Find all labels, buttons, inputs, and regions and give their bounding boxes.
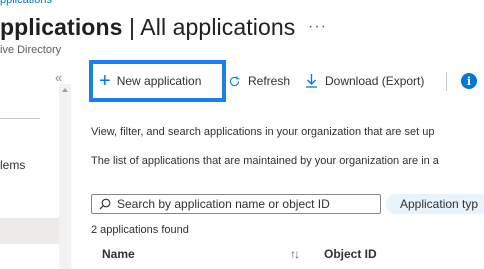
sidebar-scrollbar[interactable]	[59, 84, 71, 269]
download-export-button[interactable]: Download (Export)	[305, 73, 424, 88]
info-icon[interactable]: i	[461, 73, 477, 89]
breadcrumb[interactable]: pplications	[0, 0, 52, 6]
refresh-button[interactable]: Refresh	[228, 74, 290, 88]
application-type-filter[interactable]: Application typ	[386, 194, 484, 214]
new-application-label: New application	[116, 74, 202, 88]
download-icon	[305, 73, 318, 88]
page-title-bold: pplications	[0, 14, 123, 40]
search-icon	[99, 198, 111, 210]
page-subtitle: ive Directory	[0, 44, 62, 56]
plus-icon: +	[99, 70, 111, 92]
results-count: 2 applications found	[91, 224, 189, 236]
sort-icon[interactable]: ↑↓	[290, 247, 300, 261]
sidebar-divider	[0, 118, 40, 119]
sidebar-item-diagnose-problems[interactable]: lems	[0, 158, 25, 172]
sidebar-item-selected[interactable]	[0, 218, 59, 244]
scroll-up-arrow-icon[interactable]	[62, 88, 68, 92]
refresh-label: Refresh	[248, 74, 291, 88]
search-box[interactable]	[91, 194, 381, 214]
page-title-rest: | All applications	[122, 14, 296, 40]
column-header-object-id[interactable]: Object ID	[324, 247, 377, 261]
search-input[interactable]	[117, 197, 367, 211]
refresh-icon	[228, 75, 241, 88]
toolbar-separator	[446, 72, 447, 91]
column-header-name[interactable]: Name	[102, 247, 135, 261]
page-title: pplications | All applications	[0, 14, 295, 41]
new-application-button[interactable]: + New application	[89, 60, 226, 102]
description-line-1: View, filter, and search applications in…	[91, 126, 435, 138]
download-label: Download (Export)	[325, 73, 425, 88]
description-line-2: The list of applications that are mainta…	[91, 155, 439, 167]
more-options-button[interactable]: ···	[308, 18, 327, 36]
collapse-sidebar-button[interactable]: «	[55, 70, 62, 85]
